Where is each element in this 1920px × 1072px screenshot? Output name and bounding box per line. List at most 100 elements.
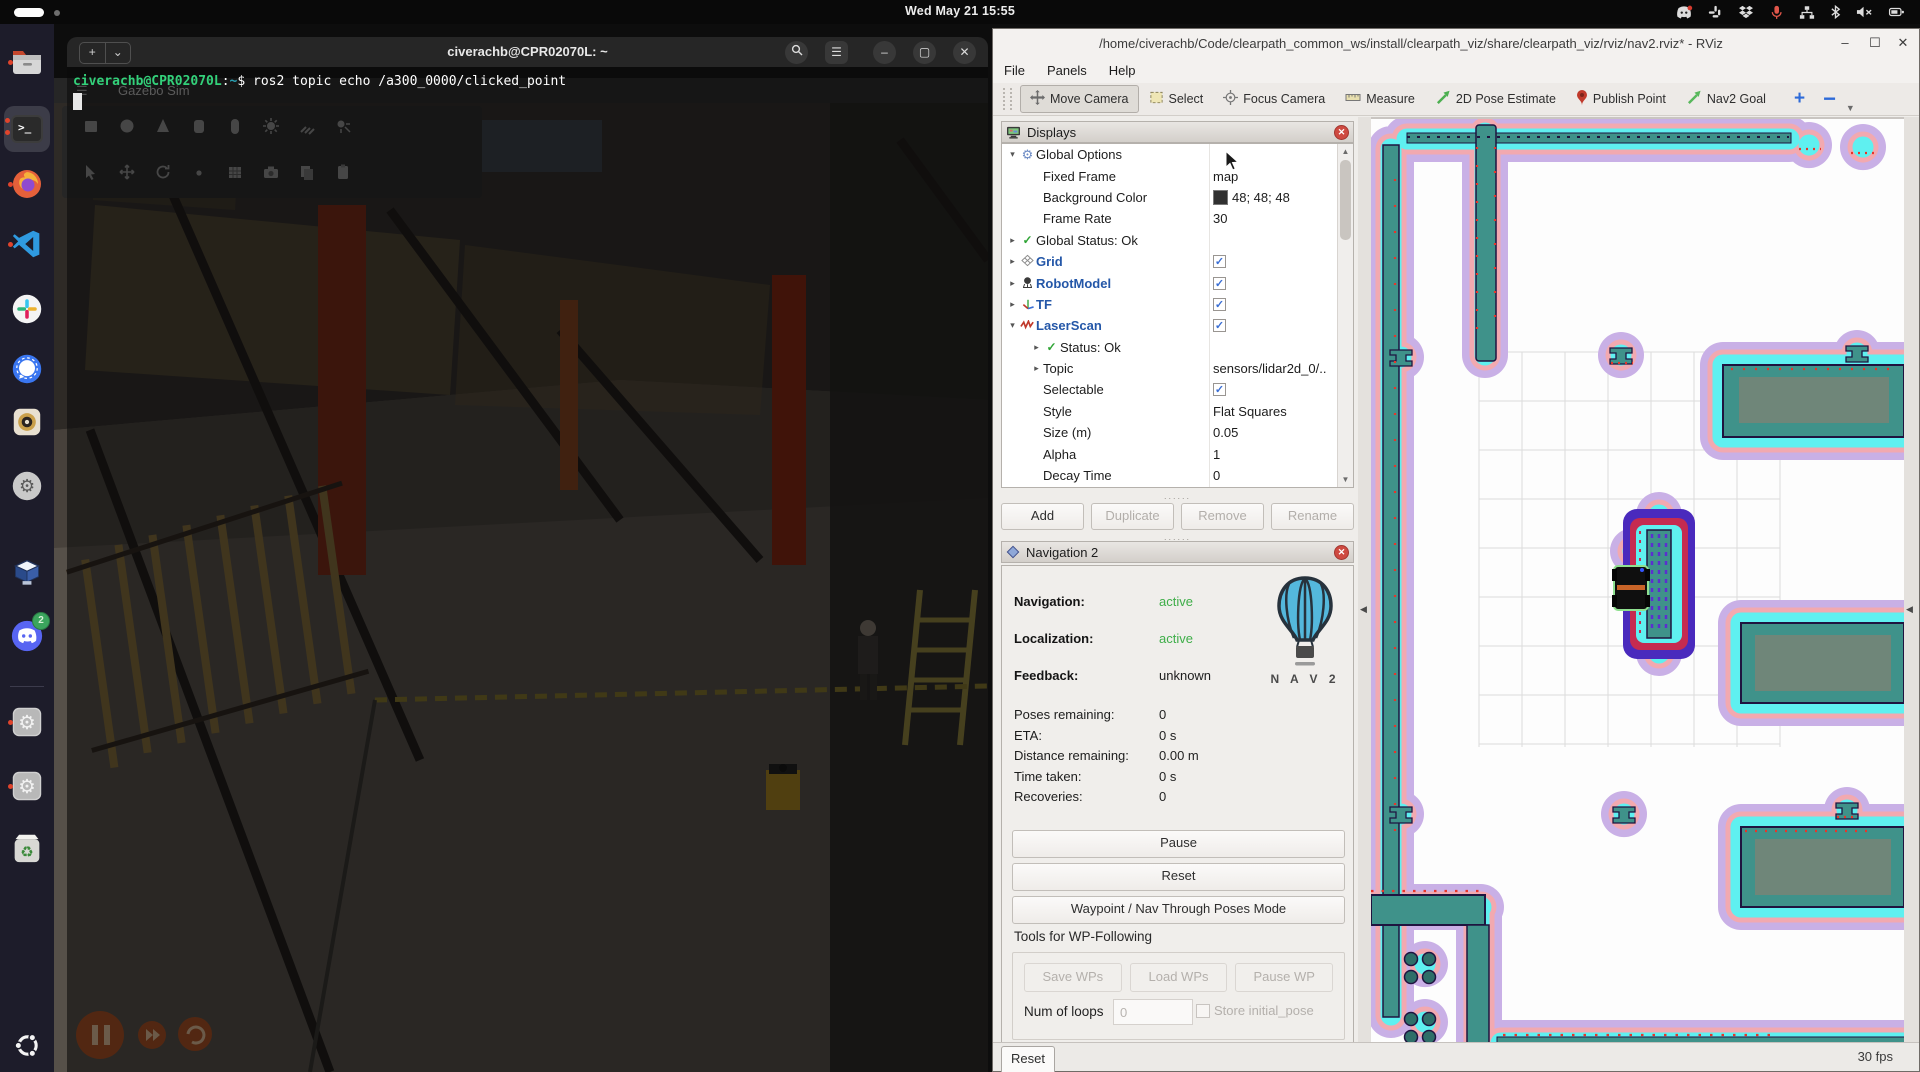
panel-collapse-strip-right[interactable]: ◀ <box>1904 117 1919 1046</box>
dock-item-trash[interactable]: ♻ <box>7 828 47 868</box>
display-row-laserscan[interactable]: ▾LaserScan✓ <box>1002 315 1353 336</box>
maximize-icon[interactable]: ▢ <box>913 41 936 64</box>
dock-item-signal[interactable] <box>7 349 47 389</box>
display-row-grid[interactable]: ▸Grid✓ <box>1002 251 1353 272</box>
tray-dropbox-icon[interactable] <box>1738 5 1754 19</box>
dock-item-vscode[interactable] <box>7 224 47 264</box>
splitter-handle[interactable]: ...... <box>1001 491 1354 501</box>
add-button[interactable]: Add <box>1001 503 1084 530</box>
dock-item-terminal[interactable]: >_ <box>4 106 50 152</box>
expander-closed-icon[interactable]: ▸ <box>1006 299 1019 310</box>
property-value[interactable]: ✓ <box>1213 298 1226 311</box>
dock-item-firefox[interactable] <box>7 164 47 204</box>
minimize-icon[interactable]: – <box>873 41 896 64</box>
tray-microphone-icon[interactable] <box>1769 4 1784 21</box>
property-value[interactable]: 1 <box>1213 447 1220 462</box>
display-row-global-options[interactable]: ▾⚙Global Options <box>1002 144 1353 165</box>
display-row-style[interactable]: StyleFlat Squares <box>1002 401 1353 422</box>
tray-discord-icon[interactable] <box>1675 5 1693 20</box>
dock-item-gear-app-2[interactable]: ⚙ <box>7 766 47 806</box>
display-row-frame-rate[interactable]: Frame Rate30 <box>1002 208 1353 229</box>
property-value[interactable]: Flat Squares <box>1213 404 1287 419</box>
menu-panels[interactable]: Panels <box>1036 59 1098 82</box>
reset-button[interactable]: Reset <box>1012 863 1345 891</box>
menu-icon[interactable]: ☰ <box>825 41 848 64</box>
expander-open-icon[interactable]: ▾ <box>1006 149 1019 160</box>
property-value[interactable]: ✓ <box>1213 319 1226 332</box>
checkbox-checked-icon[interactable]: ✓ <box>1213 319 1226 332</box>
dock-item-ubuntu[interactable] <box>7 1025 47 1065</box>
workspace-indicator[interactable] <box>14 8 44 17</box>
tray-volume-muted-icon[interactable] <box>1856 5 1873 19</box>
search-icon[interactable] <box>785 41 808 64</box>
tool-focus-camera[interactable]: Focus Camera <box>1213 85 1335 113</box>
property-value[interactable]: 48; 48; 48 <box>1213 190 1290 205</box>
terminal-body[interactable]: civerachb@CPR02070L:~$ ros2 topic echo /… <box>67 67 988 1072</box>
expander-closed-icon[interactable]: ▸ <box>1006 278 1019 289</box>
menu-file[interactable]: File <box>993 59 1036 82</box>
pause-button[interactable]: Pause <box>1012 830 1345 858</box>
expander-closed-icon[interactable]: ▸ <box>1006 256 1019 267</box>
nav2-panel-header[interactable]: Navigation 2 ✕ <box>1001 541 1354 563</box>
expander-closed-icon[interactable]: ▸ <box>1030 342 1043 353</box>
display-row-robotmodel[interactable]: ▸RobotModel✓ <box>1002 272 1353 293</box>
display-row-decay-time[interactable]: Decay Time0 <box>1002 465 1353 486</box>
menu-help[interactable]: Help <box>1098 59 1147 82</box>
close-icon[interactable]: ✕ <box>953 41 976 64</box>
collapse-arrow-icon[interactable]: ◀ <box>1906 604 1913 615</box>
tray-bluetooth-icon[interactable] <box>1830 4 1841 20</box>
maximize-icon[interactable]: ☐ <box>1865 35 1885 51</box>
property-value[interactable]: ✓ <box>1213 255 1226 268</box>
workspace-dot[interactable] <box>54 10 60 16</box>
tool-move-camera[interactable]: Move Camera <box>1020 85 1139 113</box>
dock-item-slack[interactable] <box>7 289 47 329</box>
terminal-title-bar[interactable]: + ⌄ civerachb@CPR02070L: ~ ☰ – ▢ ✕ <box>67 37 988 67</box>
costmap-render[interactable] <box>1371 119 1904 1046</box>
display-row-fixed-frame[interactable]: Fixed Framemap <box>1002 165 1353 186</box>
map-view[interactable] <box>1371 117 1904 1046</box>
checkbox-checked-icon[interactable]: ✓ <box>1213 255 1226 268</box>
clock[interactable]: Wed May 21 15:55 <box>905 4 1015 18</box>
property-value[interactable]: ✓ <box>1213 383 1226 396</box>
close-icon[interactable]: ✕ <box>1893 35 1913 51</box>
tool-measure[interactable]: Measure <box>1335 85 1425 113</box>
display-row-global-status-ok[interactable]: ▸✓Global Status: Ok <box>1002 230 1353 251</box>
property-value[interactable]: 30 <box>1213 211 1227 226</box>
tool-nav2-goal[interactable]: Nav2 Goal <box>1676 85 1776 113</box>
display-row-tf[interactable]: ▸TF✓ <box>1002 294 1353 315</box>
nav2-close-icon[interactable]: ✕ <box>1334 545 1349 560</box>
dock-item-speaker[interactable] <box>7 402 47 442</box>
time-reset-button[interactable]: Reset <box>1001 1046 1055 1072</box>
zoom-in-button[interactable]: + <box>1794 88 1805 110</box>
num-of-loops-input[interactable] <box>1113 999 1193 1025</box>
displays-close-icon[interactable]: ✕ <box>1334 125 1349 140</box>
toolbar-overflow-icon[interactable]: ▼ <box>1846 103 1855 115</box>
checkbox-checked-icon[interactable]: ✓ <box>1213 298 1226 311</box>
displays-panel-header[interactable]: Displays ✕ <box>1001 121 1354 143</box>
collapse-arrow-icon[interactable]: ◀ <box>1360 604 1367 615</box>
tool-publish-point[interactable]: Publish Point <box>1566 85 1676 114</box>
dock-item-files[interactable] <box>7 42 47 82</box>
minimize-icon[interactable]: – <box>1835 35 1855 50</box>
tool-select[interactable]: Select <box>1139 85 1214 113</box>
store-initial-pose-checkbox[interactable] <box>1196 1004 1210 1018</box>
tray-battery-icon[interactable] <box>1888 5 1906 19</box>
property-value[interactable]: 0 <box>1213 468 1220 483</box>
display-row-status-ok[interactable]: ▸✓Status: Ok <box>1002 337 1353 358</box>
property-value[interactable]: 0.05 <box>1213 425 1238 440</box>
property-value[interactable]: sensors/lidar2d_0/.. <box>1213 361 1326 376</box>
checkbox-checked-icon[interactable]: ✓ <box>1213 383 1226 396</box>
display-row-selectable[interactable]: Selectable✓ <box>1002 379 1353 400</box>
waypoint-nav-through-poses-mode-button[interactable]: Waypoint / Nav Through Poses Mode <box>1012 896 1345 924</box>
rviz-title-bar[interactable]: /home/civerachb/Code/clearpath_common_ws… <box>993 29 1919 60</box>
expander-closed-icon[interactable]: ▸ <box>1006 235 1019 246</box>
dock-item-discord[interactable]: 2 <box>7 616 47 656</box>
panel-collapse-strip-left[interactable]: ◀ <box>1358 117 1371 1046</box>
property-value[interactable]: ✓ <box>1213 277 1226 290</box>
zoom-out-button[interactable]: − <box>1823 86 1836 112</box>
tool-2d-pose-estimate[interactable]: 2D Pose Estimate <box>1425 85 1566 113</box>
tray-network-icon[interactable] <box>1799 5 1815 20</box>
tray-slack-icon[interactable] <box>1708 5 1723 20</box>
dock-item-virtualbox[interactable] <box>7 554 47 594</box>
expander-open-icon[interactable]: ▾ <box>1006 320 1019 331</box>
